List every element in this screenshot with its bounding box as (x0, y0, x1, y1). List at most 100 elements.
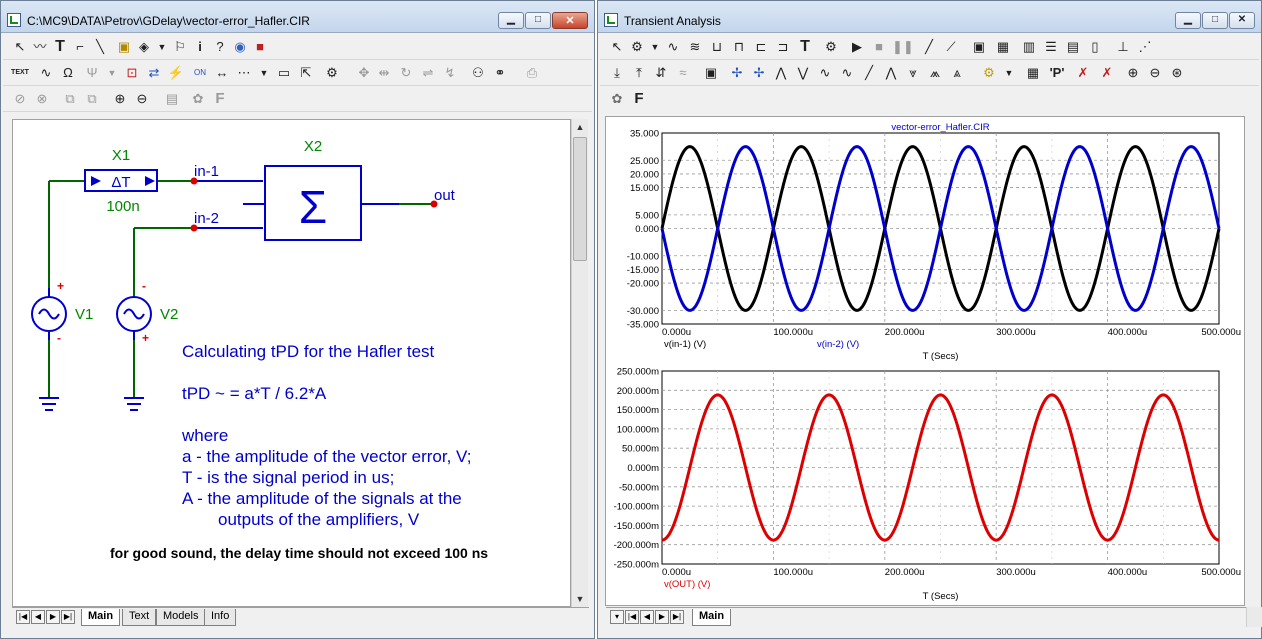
last-tab-icon[interactable]: ▶| (61, 610, 75, 624)
dropdown-arrow-icon[interactable]: ▼ (153, 38, 171, 56)
cursor-select-icon[interactable]: ⇱ (297, 64, 315, 82)
r-low-icon[interactable]: ⋁ (794, 64, 812, 82)
x1-delay-block[interactable]: ΔT (84, 169, 158, 192)
close-button[interactable]: ✕ (552, 12, 588, 29)
r-cursor-mode-icon[interactable]: ⇵ (652, 64, 670, 82)
stop-run-icon[interactable]: ■ (870, 38, 888, 56)
minimize-button[interactable]: ▁ (498, 12, 524, 29)
properties-icon[interactable]: ⚙ (323, 64, 341, 82)
r-horizontal-tag-icon[interactable]: ⊏ (752, 38, 770, 56)
mirror-icon[interactable]: ⇌ (419, 64, 437, 82)
prev-tab-icon[interactable]: ◀ (31, 610, 45, 624)
fit-icon[interactable]: ▤ (163, 90, 181, 108)
binoculars-icon[interactable]: ⚭ (491, 64, 509, 82)
left-title-bar[interactable]: C:\MC9\DATA\Petrov\GDelay\vector-error_H… (1, 1, 594, 33)
dots-icon[interactable]: ⋯ (235, 64, 253, 82)
r-axis-icon[interactable]: ⊥ (1114, 38, 1132, 56)
find-binoculars-icon[interactable]: ⚇ (469, 64, 487, 82)
node-number-icon[interactable]: Ω (59, 64, 77, 82)
r-tab-main[interactable]: Main (692, 609, 732, 626)
paste-icon[interactable]: ⧉ (83, 90, 101, 108)
r-text-tool-icon[interactable]: T (796, 38, 814, 56)
stop-icon[interactable]: ⊘ (11, 90, 29, 108)
flag-pin-icon[interactable]: ⚐ (171, 38, 189, 56)
right-close-button[interactable]: ✕ (1229, 12, 1255, 29)
step-icon[interactable]: ↯ (441, 64, 459, 82)
plot-area[interactable]: 35.000 25.000 20.000 15.000 5.000 0.000 -10.00… (605, 116, 1245, 606)
r-x-tag-icon[interactable]: ✗ (1074, 64, 1092, 82)
r-package-icon[interactable]: ⚙ (980, 64, 998, 82)
r-global-low-icon[interactable]: ╱ (860, 64, 878, 82)
tab-text[interactable]: Text (122, 609, 157, 626)
r-dropdown-icon[interactable]: ▼ (646, 38, 664, 56)
r-scale-icon[interactable]: ⚙ (628, 38, 646, 56)
left-scroll-thumb[interactable] (573, 137, 587, 261)
r-zoom-fit-icon[interactable]: ⊛ (1168, 64, 1186, 82)
pause-icon[interactable]: ❚❚ (892, 38, 914, 56)
r-font-icon[interactable]: F (630, 90, 648, 108)
r-prev-tab-icon[interactable]: ◀ (640, 610, 654, 624)
r-scope-icon[interactable]: ▣ (702, 64, 720, 82)
copy-icon[interactable]: ⧉ (61, 90, 79, 108)
page-icon[interactable]: ▭ (275, 64, 293, 82)
r-cursor-right-icon[interactable]: ⤒ (630, 64, 648, 82)
swap-icon[interactable]: ⇄ (145, 64, 163, 82)
diagonal-wire-icon[interactable]: ╲ (91, 38, 109, 56)
r-inflection-icon[interactable]: ∿ (816, 64, 834, 82)
r-point-tag-icon[interactable]: ⊓ (730, 38, 748, 56)
select-arrow-icon[interactable]: ↖ (11, 38, 29, 56)
r-graph-icon[interactable]: ∿ (664, 38, 682, 56)
help-icon[interactable]: ? (211, 38, 229, 56)
r-peak-icon[interactable]: ✢ (728, 64, 746, 82)
r-line-icon[interactable]: ╱ (920, 38, 938, 56)
r-bottom-icon[interactable]: ⩔ (904, 64, 922, 82)
r-peak-text-icon[interactable]: 'P' (1048, 64, 1066, 82)
flag-icon[interactable]: ▣ (115, 38, 133, 56)
zoom-out-icon[interactable]: ⊖ (133, 90, 151, 108)
r-zoom-in-icon[interactable]: ⊕ (1124, 64, 1142, 82)
r-zoom-out-icon[interactable]: ⊖ (1146, 64, 1164, 82)
r-layout4-icon[interactable]: ▯ (1086, 38, 1104, 56)
r-global-high-icon[interactable]: ∿ (838, 64, 856, 82)
r-valley-icon[interactable]: ✢ (750, 64, 768, 82)
r-segment-icon[interactable]: ⟋ (942, 38, 960, 56)
r-table-icon[interactable]: ▦ (1024, 64, 1042, 82)
r-layout3-icon[interactable]: ▤ (1064, 38, 1082, 56)
r-first-tab-icon[interactable]: |◀ (625, 610, 639, 624)
wave-icon[interactable]: ∿ (37, 64, 55, 82)
right-maximize-button[interactable]: □ (1202, 12, 1228, 29)
rotate-icon[interactable]: ↻ (397, 64, 415, 82)
text-label-icon[interactable]: TEXT (9, 64, 31, 82)
right-minimize-button[interactable]: ▁ (1175, 12, 1201, 29)
text-tool-icon[interactable]: T (51, 38, 69, 56)
grid-text-icon[interactable]: ⚡ (167, 64, 185, 82)
scroll-down-arrow-icon[interactable]: ▼ (572, 591, 588, 607)
first-tab-icon[interactable]: |◀ (16, 610, 30, 624)
r-palette-icon[interactable]: ✿ (608, 90, 626, 108)
r-tag-icon[interactable]: ⊔ (708, 38, 726, 56)
r-cursor-left-icon[interactable]: ⤓ (608, 64, 626, 82)
r-top-icon[interactable]: ⋀ (882, 64, 900, 82)
x2-summer-block[interactable]: Σ (263, 165, 362, 241)
print-icon[interactable]: ⎙ (523, 64, 541, 82)
maximize-button[interactable]: □ (525, 12, 551, 29)
tab-info[interactable]: Info (204, 609, 237, 626)
orthogonal-wire-icon[interactable]: ⌐ (71, 38, 89, 56)
r-y-tag-icon[interactable]: ✗ (1098, 64, 1116, 82)
right-title-bar[interactable]: Transient Analysis ▁ □ ✕ (598, 1, 1261, 33)
v2-source[interactable] (116, 296, 152, 332)
r-intersect-icon[interactable]: ⩓ (948, 64, 966, 82)
r-scatter-icon[interactable]: ⋰ (1136, 38, 1154, 56)
wire-icon[interactable]: 〰 (31, 38, 49, 56)
r-properties-icon[interactable]: ⚙ (822, 38, 840, 56)
tab-main[interactable]: Main (81, 609, 121, 626)
next-tab-icon[interactable]: ▶ (46, 610, 60, 624)
font-icon[interactable]: F (211, 90, 229, 108)
palette-icon[interactable]: ✿ (189, 90, 207, 108)
line-tool-icon[interactable]: ↔ (213, 64, 231, 82)
find-icon[interactable]: ◉ (231, 38, 249, 56)
r-grid-icon[interactable]: ▦ (994, 38, 1012, 56)
component-icon[interactable]: ◈ (135, 38, 153, 56)
cancel-icon[interactable]: ⊗ (33, 90, 51, 108)
attribute-icon[interactable]: ⊡ (123, 64, 141, 82)
